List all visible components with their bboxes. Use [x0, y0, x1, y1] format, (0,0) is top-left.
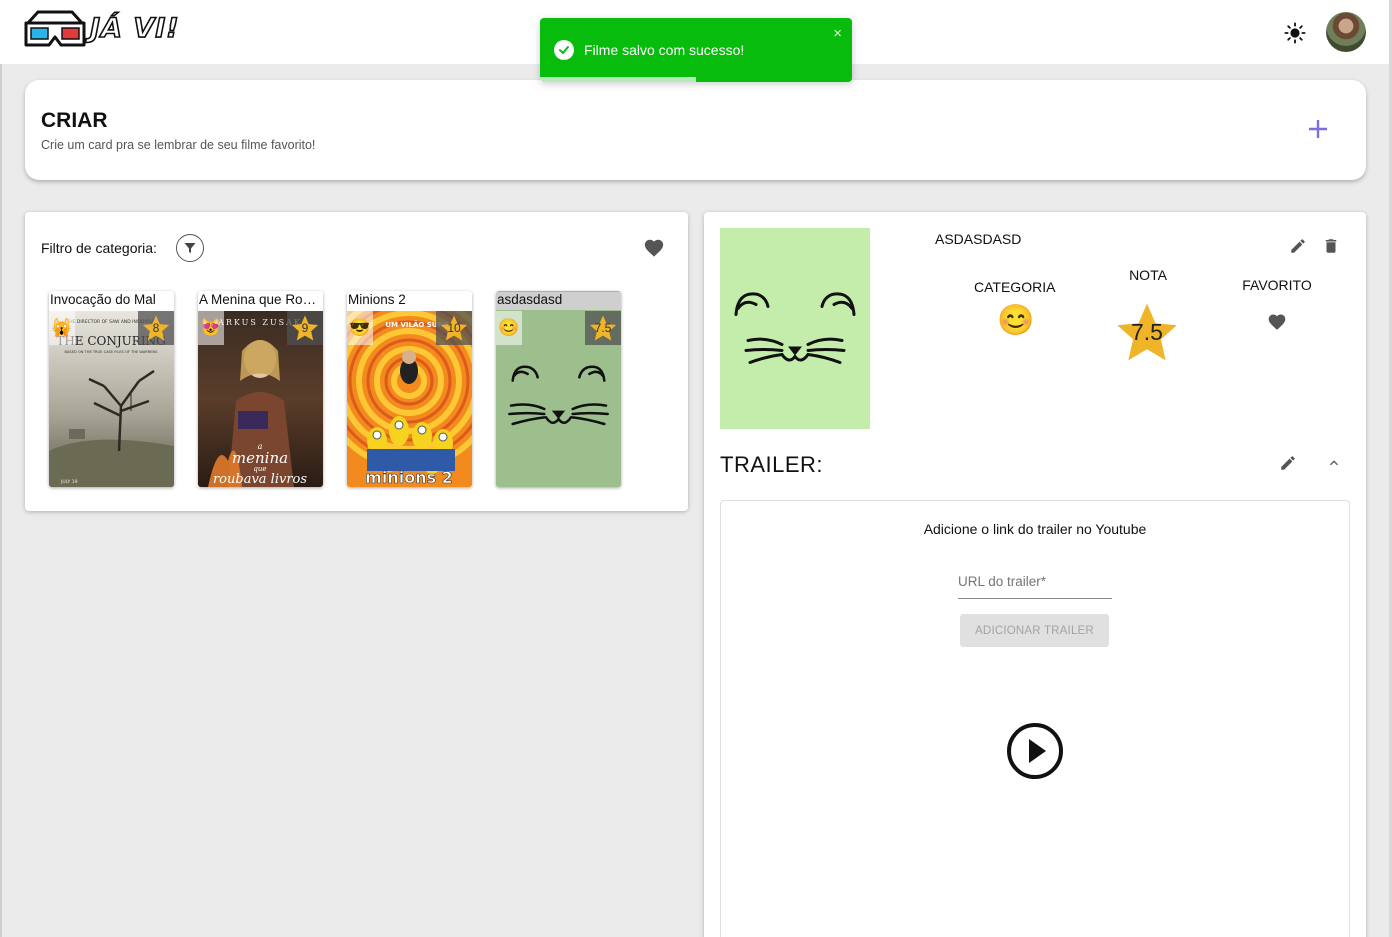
play-circle-icon [1007, 723, 1063, 779]
favorite-filter-button[interactable] [643, 237, 665, 259]
heart-icon [644, 239, 664, 257]
create-title: CRIAR [41, 109, 108, 132]
movie-card-selected[interactable]: asdasdasd 😊 7.5 [496, 291, 621, 487]
movie-detail-panel: ASDASDASD CATEGORIA NOTA FAVORITO 😊 7.5 … [704, 212, 1366, 937]
theme-toggle-button[interactable] [1284, 22, 1306, 44]
category-filter-button[interactable] [176, 234, 204, 262]
category-emoji: 😻 [198, 311, 224, 345]
score-badge: 9 [287, 311, 323, 345]
score-badge: 10 [436, 311, 472, 345]
score-value: 9 [301, 321, 309, 335]
toast-progress-bar [540, 77, 696, 82]
trailer-hint: Adicione o link do trailer no Youtube [923, 521, 1147, 537]
movie-title: Invocação do Mal [50, 292, 156, 307]
movie-name: ASDASDASD [935, 231, 1022, 247]
filter-icon [184, 243, 196, 253]
chevron-up-icon [1330, 460, 1338, 466]
score-label: NOTA [1129, 267, 1167, 283]
app-logo[interactable]: JÁ VI! [24, 9, 180, 47]
toast-close-button[interactable]: × [833, 25, 842, 42]
delete-movie-button[interactable] [1319, 234, 1343, 258]
movie-card[interactable]: Minions 2 UM VILÃO SURG minions 2 😎 10 [347, 291, 472, 487]
movie-list-panel: Filtro de categoria: Invocação do Mal TH… [25, 212, 688, 511]
score-value: 10 [447, 321, 461, 335]
score-badge: 7.5 [585, 311, 621, 345]
logo-text: JÁ VI! [89, 12, 180, 45]
score-badge: 8 [138, 311, 174, 345]
score-value: 7.5 [594, 321, 612, 335]
detail-score: 7.5 [1131, 319, 1163, 345]
create-subtitle: Crie um card pra se lembrar de seu filme… [41, 138, 316, 152]
plus-icon [1309, 120, 1327, 138]
create-add-button[interactable] [1305, 116, 1331, 142]
category-emoji: 😎 [347, 311, 373, 345]
movie-title: A Menina que Roubava Livros [199, 292, 323, 307]
movie-card[interactable]: Invocação do Mal THE DIRECTOR OF SAW AND… [49, 291, 174, 487]
check-circle-icon [554, 40, 574, 60]
user-avatar[interactable] [1326, 12, 1366, 52]
trailer-heading: TRAILER: [720, 452, 824, 477]
pencil-icon [1281, 456, 1295, 470]
trailer-container: Adicione o link do trailer no Youtube AD… [720, 500, 1350, 937]
category-label: CATEGORIA [974, 279, 1056, 295]
detail-category-emoji: 😊 [997, 304, 1035, 337]
category-emoji: 🙀 [49, 311, 75, 345]
toast-message: Filme salvo com sucesso! [584, 42, 745, 58]
edit-movie-button[interactable] [1286, 234, 1310, 258]
score-value: 8 [152, 321, 160, 335]
page-left-border [0, 64, 2, 937]
favorite-toggle[interactable] [1267, 312, 1287, 332]
trailer-url-field[interactable] [958, 565, 1112, 599]
add-trailer-button[interactable]: ADICIONAR TRAILER [960, 614, 1109, 647]
movie-title: asdasdasd [496, 292, 621, 310]
edit-trailer-button[interactable] [1276, 451, 1300, 475]
pencil-icon [1291, 239, 1305, 253]
poster-title: minions 2 [365, 468, 453, 487]
trash-icon [1325, 239, 1337, 253]
trailer-url-input[interactable] [958, 565, 1112, 598]
success-toast: Filme salvo com sucesso! × [540, 18, 852, 82]
movie-card[interactable]: A Menina que Roubava Livros ARKUS ZUSAK … [198, 291, 323, 487]
collapse-trailer-button[interactable] [1322, 451, 1346, 475]
cat-face-icon [734, 292, 856, 364]
favorite-label: FAVORITO [1242, 277, 1312, 293]
poster-date: JULY 19 [60, 479, 78, 485]
heart-icon [1268, 314, 1286, 330]
category-filter-label: Filtro de categoria: [41, 240, 157, 256]
toast-progress-track [540, 77, 852, 82]
category-emoji: 😊 [496, 311, 522, 345]
detail-poster [720, 228, 870, 429]
3d-glasses-icon [24, 10, 86, 47]
poster-title-line-4: roubava livros [213, 472, 307, 487]
play-trailer-button[interactable] [1005, 721, 1065, 781]
poster-tagline: BASED ON THE TRUE CASE FILES OF THE WARR… [65, 350, 159, 354]
movie-title: Minions 2 [348, 292, 406, 307]
create-card: CRIAR Crie um card pra se lembrar de seu… [25, 80, 1366, 180]
sun-icon [1284, 22, 1306, 44]
